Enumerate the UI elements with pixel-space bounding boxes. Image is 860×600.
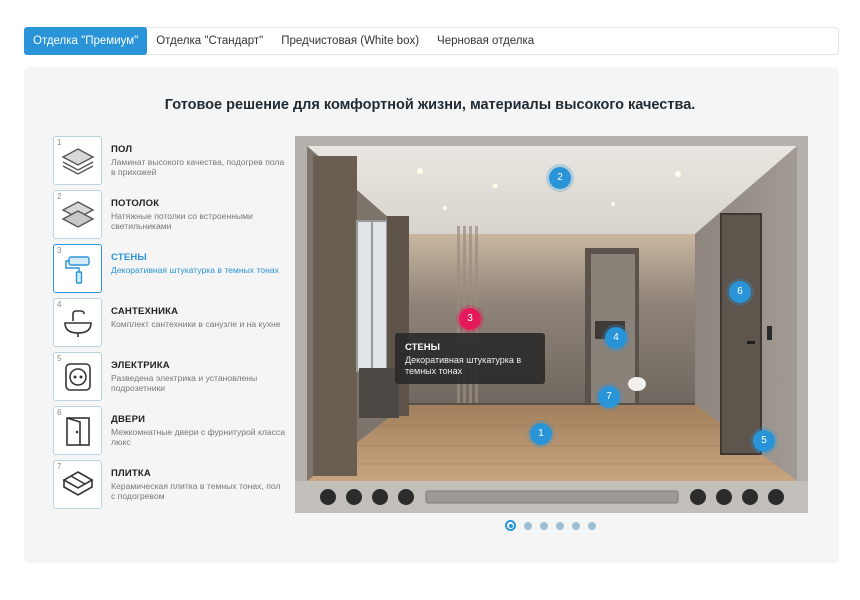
hotspot-walls[interactable]: 3 (459, 308, 481, 330)
feature-title: ПОЛ (111, 144, 133, 155)
tooltip-title: СТЕНЫ (405, 342, 440, 353)
feature-title: ПОТОЛОК (111, 198, 160, 209)
carousel-dot-1[interactable] (505, 520, 516, 531)
tiles-icon (62, 471, 94, 496)
feature-walls[interactable]: 3 СТЕНЫ Декоративная штукатурка в темных… (53, 244, 283, 294)
feature-ceiling[interactable]: 2 ПОТОЛОК Натяжные потолки со встроенным… (53, 190, 283, 240)
feature-tiles[interactable]: 7 ПЛИТКА Керамическая плитка в темных то… (53, 460, 283, 510)
finish-tabs: Отделка "Премиум" Отделка "Стандарт" Пре… (24, 27, 839, 55)
feature-description: Декоративная штукатурка в темных тонах (111, 265, 279, 275)
feature-description: Межкомнатные двери с фурнитурой класса л… (111, 427, 286, 447)
feature-icon-box: 4 (53, 298, 102, 347)
feature-floor[interactable]: 1 ПОЛ Ламинат высокого качества, подогре… (53, 136, 285, 186)
carousel-pagination (505, 520, 604, 531)
tab-rough[interactable]: Черновая отделка (428, 28, 543, 54)
sink-faucet-icon (64, 310, 92, 337)
tab-premium[interactable]: Отделка "Премиум" (24, 27, 148, 55)
hotspot-doors[interactable]: 6 (729, 281, 751, 303)
carousel-dot-3[interactable] (540, 521, 548, 530)
floor-layers-icon (61, 148, 95, 175)
hotspot-plumbing[interactable]: 4 (605, 327, 627, 349)
feature-description: Комплект сантехники в санузле и на кухне (111, 319, 281, 329)
carousel-dot-5[interactable] (572, 521, 580, 530)
hotspot-electrical[interactable]: 5 (753, 430, 775, 452)
tooltip-description: Декоративная штукатурка в темных тонах (405, 355, 522, 376)
paint-roller-icon (65, 256, 90, 284)
feature-icon-box: 1 (53, 136, 102, 185)
feature-title: ПЛИТКА (111, 468, 151, 479)
hotspot-floor[interactable]: 1 (530, 423, 552, 445)
feature-title: СТЕНЫ (111, 252, 147, 263)
feature-doors[interactable]: 6 ДВЕРИ Межкомнатные двери с фурнитурой … (53, 406, 286, 456)
room-image (295, 136, 808, 513)
feature-description: Натяжные потолки со встроенными светильн… (111, 211, 253, 231)
feature-icon-box: 3 (53, 244, 102, 293)
feature-icon-box: 2 (53, 190, 102, 239)
feature-title: ДВЕРИ (111, 414, 146, 425)
page-headline: Готовое решение для комфортной жизни, ма… (164, 97, 696, 113)
feature-plumbing[interactable]: 4 САНТЕХНИКА Комплект сантехники в сануз… (53, 298, 283, 348)
carousel-dot-4[interactable] (556, 521, 564, 530)
carousel-dot-2[interactable] (524, 521, 532, 530)
room-illustration (295, 136, 808, 513)
feature-icon-box: 5 (53, 352, 102, 401)
feature-description: Керамическая плитка в темных тонах, пол … (111, 481, 281, 501)
feature-title: ЭЛЕКТРИКА (111, 360, 170, 371)
feature-title: САНТЕХНИКА (111, 306, 179, 317)
tab-standard[interactable]: Отделка "Стандарт" (147, 28, 272, 54)
feature-icon-box: 6 (53, 406, 102, 455)
feature-description: Разведена электрика и установлены подроз… (111, 373, 258, 393)
feature-electrical[interactable]: 5 ЭЛЕКТРИКА Разведена электрика и устано… (53, 352, 283, 402)
feature-description: Ламинат высокого качества, подогрев пола… (111, 157, 285, 177)
carousel-dot-6[interactable] (588, 521, 596, 530)
hotspot-ceiling[interactable]: 2 (549, 167, 571, 189)
hotspot-tiles[interactable]: 7 (598, 386, 620, 408)
tab-white-box[interactable]: Предчистовая (White box) (272, 28, 428, 54)
feature-icon-box: 7 (53, 460, 102, 509)
door-icon (66, 417, 90, 446)
power-socket-icon (65, 363, 91, 391)
ceiling-layers-icon (61, 201, 95, 228)
hotspot-tooltip: СТЕНЫ Декоративная штукатурка в темных т… (395, 333, 545, 384)
